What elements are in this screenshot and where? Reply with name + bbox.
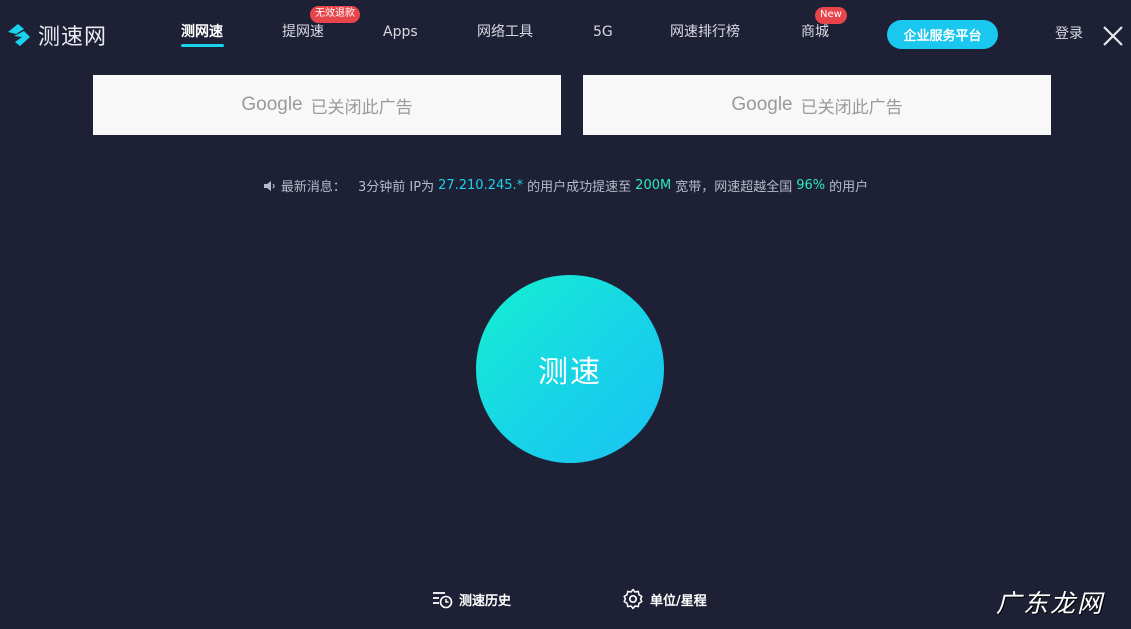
speed-test-label: 测速	[538, 355, 602, 390]
enterprise-platform-button[interactable]: 企业服务平台	[887, 20, 998, 49]
nav-item-boost[interactable]: 提网速	[282, 22, 324, 42]
news-speed: 200M	[635, 178, 672, 193]
news-prefix: 最新消息：	[280, 180, 346, 195]
nav-item-speed-test[interactable]: 测网速	[181, 22, 223, 42]
nav-item-apps[interactable]: Apps	[383, 22, 418, 42]
nav-item-shop[interactable]: 商城	[801, 22, 829, 42]
ad-panel-right: Google 已关闭此广告	[583, 75, 1051, 135]
ad-panel-left: Google 已关闭此广告	[93, 75, 561, 135]
speaker-icon	[263, 180, 275, 191]
ad-closed-text: 已关闭此广告	[310, 97, 413, 118]
news-suffix: 的用户	[829, 180, 869, 195]
nav-item-5g[interactable]: 5G	[593, 22, 613, 42]
news-mid: 的用户成功提速至	[527, 180, 632, 195]
nav-active-underline	[181, 44, 224, 47]
google-logo-text: Google	[241, 94, 303, 115]
nav-item-network-tools[interactable]: 网络工具	[477, 22, 533, 42]
login-link[interactable]: 登录	[1055, 23, 1083, 43]
gear-icon	[623, 588, 643, 610]
news-time: 3分钟前 IP为	[358, 180, 435, 195]
close-icon[interactable]	[1100, 23, 1126, 49]
top-navigation: 测速网 测网速 提网速 无效退款 Apps 网络工具 5G 网速排行榜 商城 N…	[0, 0, 1131, 66]
history-label: 测速历史	[459, 593, 512, 609]
watermark-text: 广东龙网	[996, 589, 1105, 618]
start-speed-test-button[interactable]: 测速	[476, 275, 664, 463]
history-icon	[433, 592, 453, 609]
nav-item-ranking[interactable]: 网速排行榜	[670, 22, 740, 42]
brand-name: 测速网	[38, 25, 108, 50]
ad-closed-text: 已关闭此广告	[800, 97, 903, 118]
google-logo-text: Google	[731, 94, 793, 115]
history-button[interactable]: 测速历史	[431, 588, 511, 610]
logo-icon	[8, 24, 30, 46]
nav-badge-refund: 无效退款	[310, 6, 360, 23]
news-percent: 96%	[796, 178, 826, 193]
unit-label: 单位/星程	[650, 593, 707, 609]
nav-badge-new: New	[815, 7, 847, 24]
latest-news: 最新消息： 3分钟前 IP为 27.210.245.* 的用户成功提速至 200M 宽带…	[0, 176, 1131, 195]
news-mid2: 宽带，网速超越全国	[675, 180, 793, 195]
unit-settings-button[interactable]: 单位/星程	[622, 588, 707, 610]
news-ip: 27.210.245.*	[438, 178, 524, 193]
logo[interactable]: 测速网	[4, 18, 107, 52]
